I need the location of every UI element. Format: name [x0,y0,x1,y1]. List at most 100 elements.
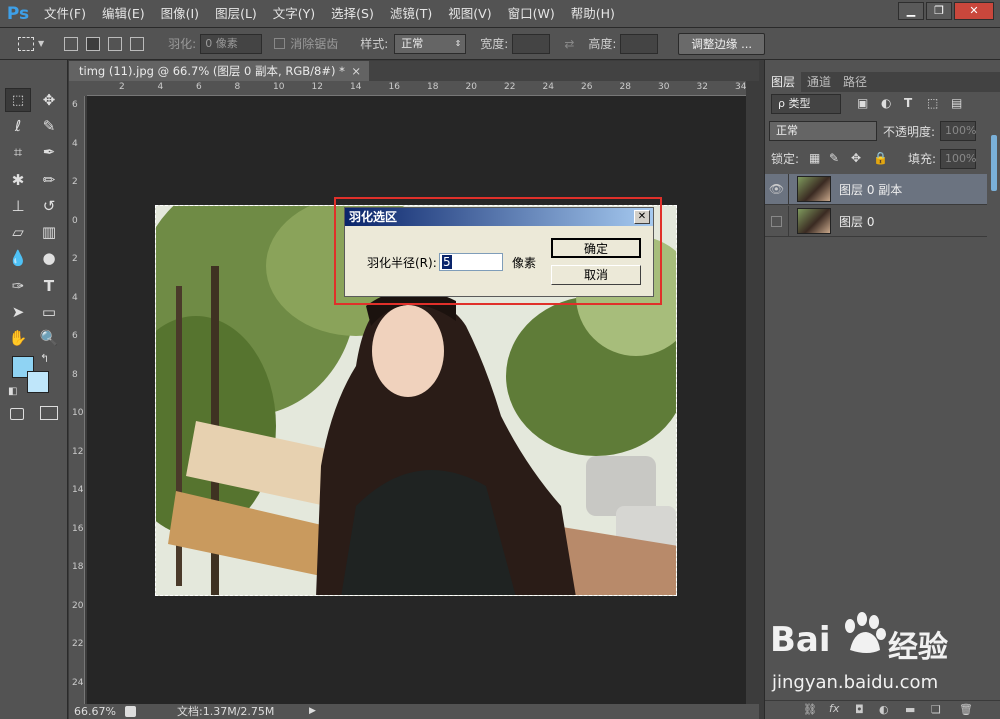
status-menu-arrow-icon[interactable]: ▶ [309,704,316,719]
feather-input[interactable]: 0 像素 [200,33,263,54]
lasso-icon[interactable]: ℓ [5,114,31,138]
layer-filter-select[interactable]: ρ 类型 [771,94,841,114]
adjustment-layer-icon[interactable]: ◐ [879,703,889,716]
rect-marquee-icon[interactable]: ⬚ [5,88,31,112]
type-tool-icon[interactable]: T [36,274,62,298]
menu-edit[interactable]: 编辑(E) [94,0,153,28]
close-window-button[interactable]: ✕ [954,2,994,20]
layer-style-icon[interactable]: fx [829,702,839,715]
tab-paths[interactable]: 路径 [837,72,873,92]
eye-icon[interactable]: 👁 [765,173,789,205]
ruler-h-label: 32 [696,82,708,92]
path-select-icon[interactable]: ➤ [5,300,31,324]
restore-button[interactable]: ❐ [926,2,952,20]
group-icon[interactable]: ▬ [905,703,915,716]
feather-selection-dialog: 羽化选区 ✕ 羽化半径(R): 5 像素 确定 取消 [344,207,654,297]
visibility-toggle[interactable] [765,205,789,237]
zoom-icon[interactable]: 🔍 [36,326,62,350]
dialog-title-bar[interactable]: 羽化选区 ✕ [345,208,653,226]
ruler-v-label: 24 [72,677,84,688]
delete-layer-icon[interactable]: 🗑 [959,703,973,716]
shape-filter-icon[interactable]: ⬚ [927,96,938,110]
blend-mode-select[interactable]: 正常 [769,121,877,141]
add-to-selection-icon[interactable] [86,36,101,51]
tab-layers[interactable]: 图层 [765,72,802,92]
ok-button[interactable]: 确定 [551,238,641,258]
height-input[interactable] [620,33,659,54]
ruler-h-label: 6 [196,82,202,92]
lock-all-icon[interactable]: 🔒 [873,151,888,165]
marquee-tool-preset-icon[interactable] [18,36,34,51]
hand-icon[interactable]: ✋ [5,326,31,350]
link-layers-icon[interactable]: ⛓ [803,703,817,716]
zoom-level[interactable]: 66.67% [74,704,116,719]
default-colors-icon[interactable]: ◧ [8,386,17,397]
menu-file[interactable]: 文件(F) [36,0,94,28]
menu-layer[interactable]: 图层(L) [207,0,265,28]
lock-position-icon[interactable]: ✥ [851,151,861,165]
document-tab[interactable]: timg (11).jpg @ 66.7% (图层 0 副本, RGB/8#) … [69,61,369,81]
smart-object-filter-icon[interactable]: ▤ [951,96,962,110]
dialog-close-button[interactable]: ✕ [634,210,650,224]
menu-select[interactable]: 选择(S) [323,0,382,28]
background-color-swatch[interactable] [27,371,49,393]
menu-help[interactable]: 帮助(H) [563,0,623,28]
tab-channels[interactable]: 通道 [801,72,837,92]
vertical-ruler: 6 4 2 0 2 4 6 8 10 12 14 16 18 20 22 24 [69,96,85,704]
gradient-icon[interactable]: ▥ [36,220,62,244]
watermark-brand: Bai [770,620,831,660]
layer-row[interactable]: 👁 图层 0 副本 [765,173,987,205]
feather-radius-input[interactable]: 5 [439,253,503,271]
ruler-h-label: 16 [388,82,400,92]
refine-edge-button[interactable]: 调整边缘 ... [678,32,766,55]
menu-filter[interactable]: 滤镜(T) [382,0,440,28]
subtract-selection-icon[interactable] [108,36,123,51]
panel-scrollbar[interactable] [991,135,997,191]
new-selection-icon[interactable] [64,36,79,51]
menu-type[interactable]: 文字(Y) [265,0,323,28]
width-input[interactable] [512,33,551,54]
lock-pixels-icon[interactable]: ✎ [829,151,839,165]
opacity-input[interactable]: 100% [940,121,976,141]
menu-image[interactable]: 图像(I) [153,0,207,28]
cancel-button[interactable]: 取消 [551,265,641,285]
screen-mode-icon[interactable] [40,406,58,420]
healing-brush-icon[interactable]: ✱ [5,168,31,192]
chevron-down-icon[interactable]: ▼ [38,39,44,48]
fill-input[interactable]: 100% [940,149,976,169]
intersect-selection-icon[interactable] [130,36,145,51]
menu-window[interactable]: 窗口(W) [500,0,563,28]
blur-icon[interactable]: 💧 [5,246,31,270]
quick-mask-icon[interactable] [10,408,24,420]
style-select[interactable]: 正常 ⇕ [394,33,467,54]
move-tool-icon[interactable]: ✥ [36,88,62,112]
shape-icon[interactable]: ▭ [36,300,62,324]
crop-icon[interactable]: ⌗ [5,140,31,164]
history-brush-icon[interactable]: ↺ [36,194,62,218]
menu-view[interactable]: 视图(V) [440,0,499,28]
minimize-button[interactable]: ▁ [898,2,924,20]
layer-mask-icon[interactable]: ◘ [855,703,864,716]
dodge-icon[interactable]: ● [36,246,62,270]
swap-colors-icon[interactable]: ↰ [40,352,49,365]
image-filter-icon[interactable]: ▣ [857,96,868,110]
brush-icon[interactable]: ✏ [36,168,62,192]
clone-stamp-icon[interactable]: ⊥ [5,194,31,218]
type-filter-icon[interactable]: T [904,96,912,110]
close-tab-icon[interactable]: × [351,61,361,81]
eyedropper-icon[interactable]: ✒ [36,140,62,164]
lock-transparent-icon[interactable]: ▦ [809,151,820,165]
document-tab-title: timg (11).jpg @ 66.7% (图层 0 副本, RGB/8#) … [79,64,345,78]
adjustment-filter-icon[interactable]: ◐ [881,96,891,110]
export-icon[interactable] [125,706,136,717]
paw-icon [840,610,888,658]
ruler-origin[interactable] [69,81,87,96]
pen-icon[interactable]: ✑ [5,274,31,298]
quick-select-icon[interactable]: ✎ [36,114,62,138]
new-layer-icon[interactable]: ❏ [931,703,941,716]
ruler-v-label: 6 [72,100,78,110]
antialias-checkbox[interactable] [274,38,286,49]
eraser-icon[interactable]: ▱ [5,220,31,244]
layer-row[interactable]: 图层 0 [765,205,987,237]
swap-icon[interactable]: ⇄ [564,37,574,51]
